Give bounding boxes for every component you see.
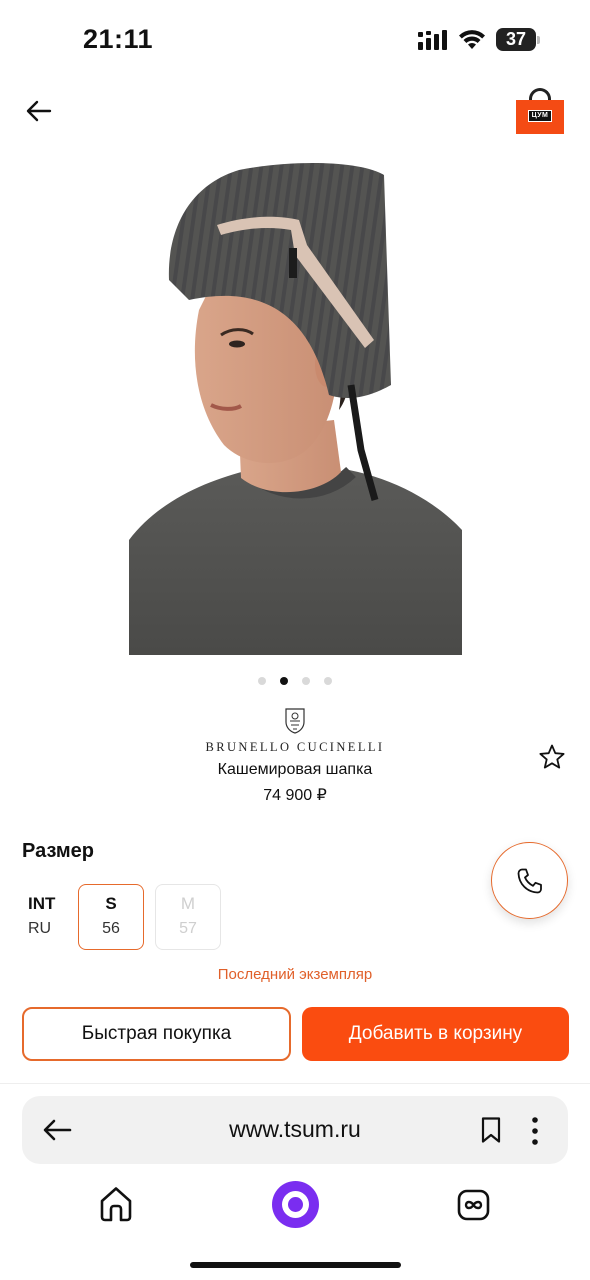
battery-tip: [537, 36, 540, 44]
size-section-title: Размер: [22, 840, 95, 862]
favorite-star-icon[interactable]: [538, 743, 566, 771]
bag-icon: ЦУМ: [516, 100, 564, 134]
call-button[interactable]: [491, 842, 568, 919]
back-arrow-icon[interactable]: [24, 96, 54, 126]
add-to-cart-button[interactable]: Добавить в корзину: [302, 1007, 569, 1061]
battery-indicator: 37: [496, 28, 540, 52]
gallery-dot[interactable]: [302, 677, 310, 685]
size-int-value: M: [180, 894, 196, 913]
size-system-int: INT: [28, 894, 56, 913]
size-int-value: S: [105, 894, 117, 913]
alice-inner: [288, 1197, 303, 1212]
product-photo-illustration: [129, 163, 462, 655]
quick-buy-button[interactable]: Быстрая покупка: [22, 1007, 291, 1061]
home-indicator[interactable]: [190, 1262, 401, 1268]
status-bar: 21:11 37: [0, 0, 590, 80]
stock-note: Последний экземпляр: [217, 966, 373, 983]
brand-crest-logo: [285, 708, 305, 734]
home-icon[interactable]: [98, 1185, 134, 1223]
bag-logo: ЦУМ: [528, 110, 552, 122]
browser-address-bar[interactable]: www.tsum.ru: [22, 1096, 568, 1164]
services-icon[interactable]: [457, 1189, 490, 1221]
status-time: 21:11: [83, 24, 154, 54]
battery-level: 37: [496, 28, 536, 51]
alice-assistant-icon[interactable]: [272, 1181, 319, 1228]
gallery-dot-active[interactable]: [280, 677, 288, 685]
bookmark-icon[interactable]: [480, 1116, 502, 1144]
product-name: Кашемировая шапка: [217, 761, 373, 778]
size-option-m[interactable]: M 57: [155, 884, 221, 950]
gallery-pagination: [0, 672, 590, 685]
gallery-dot[interactable]: [258, 677, 266, 685]
brand-name[interactable]: BRUNELLO CUCINELLI: [0, 740, 590, 755]
divider: [0, 1083, 590, 1084]
product-photo[interactable]: [129, 160, 462, 655]
size-system-ru: RU: [28, 920, 52, 937]
cart-bag-button[interactable]: ЦУМ: [516, 88, 564, 134]
phone-icon: [517, 868, 542, 894]
more-menu-icon[interactable]: [528, 1116, 542, 1146]
size-option-s[interactable]: S 56: [78, 884, 144, 950]
size-ru-value: 56: [102, 920, 120, 937]
gallery-dot[interactable]: [324, 677, 332, 685]
product-price: 74 900 ₽: [263, 787, 327, 804]
size-ru-value: 57: [179, 920, 197, 937]
wifi-icon: [459, 30, 485, 49]
cellular-signal-icon: [418, 30, 447, 50]
